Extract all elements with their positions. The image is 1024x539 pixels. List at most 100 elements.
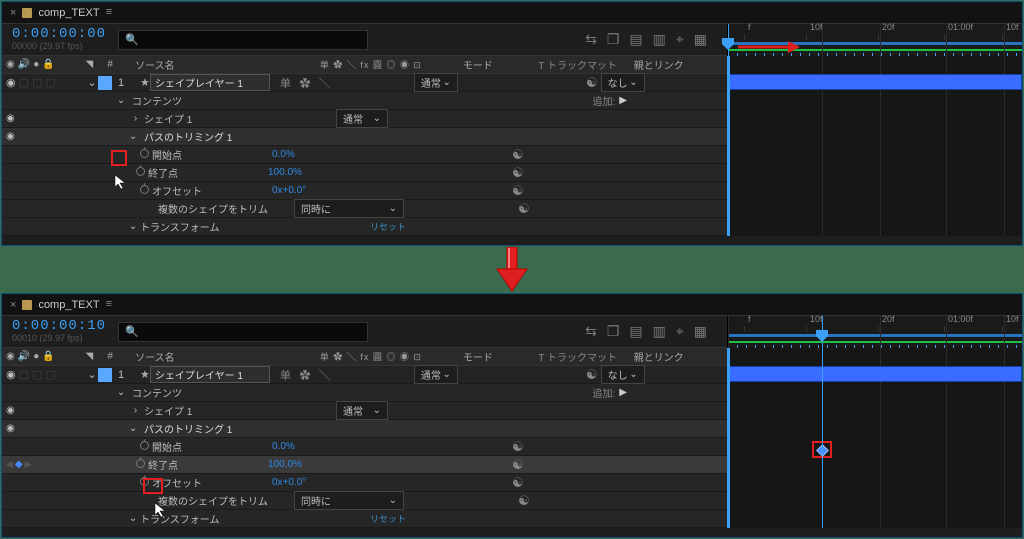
- expression-spiral-icon[interactable]: ☯: [586, 75, 598, 90]
- close-tab-icon[interactable]: ×: [10, 299, 16, 311]
- parent-select[interactable]: なし ⌄: [601, 365, 645, 384]
- offset-value[interactable]: 0x+0.0°: [272, 477, 512, 488]
- lock-column-icon[interactable]: 🔒: [42, 59, 54, 70]
- shape-mode-select[interactable]: 通常 ⌄: [336, 109, 388, 128]
- lock-icon[interactable]: ▢: [45, 76, 55, 89]
- twirl-trimpath-icon[interactable]: ⌄: [129, 423, 137, 434]
- expression-spiral-icon[interactable]: ☯: [512, 457, 524, 472]
- panel-menu-icon[interactable]: ≡: [106, 299, 113, 311]
- shy-column-icon[interactable]: ◥: [85, 59, 93, 70]
- lock-column-icon[interactable]: 🔒: [42, 351, 54, 362]
- eye-icon[interactable]: ◉: [6, 113, 15, 124]
- time-ruler[interactable]: f10f20f01:00f10f: [728, 316, 1022, 348]
- keyframe-diamond-icon[interactable]: ◆: [15, 459, 23, 470]
- contents-row[interactable]: ⌄ コンテンツ 追加: ▶: [2, 92, 727, 110]
- stopwatch-icon[interactable]: [136, 167, 145, 176]
- eye-icon[interactable]: ◉: [6, 131, 15, 142]
- layer-switches[interactable]: 单 ✿ ╲: [270, 75, 410, 91]
- eye-icon[interactable]: ◉: [6, 76, 16, 89]
- start-label: 開始点: [152, 147, 272, 162]
- expression-spiral-icon[interactable]: ☯: [512, 147, 524, 162]
- search-input[interactable]: 🔍: [118, 30, 368, 50]
- add-button-icon[interactable]: ▶: [619, 387, 627, 398]
- video-column-icon[interactable]: ◉: [6, 59, 15, 70]
- next-keyframe-icon[interactable]: ▶: [25, 459, 32, 470]
- comp-tab-label[interactable]: comp_TEXT: [38, 299, 99, 311]
- start-value[interactable]: 0.0%: [272, 149, 512, 160]
- stopwatch-icon[interactable]: [140, 185, 149, 194]
- reset-link[interactable]: リセット: [370, 220, 406, 233]
- offset-value[interactable]: 0x+0.0°: [272, 185, 512, 196]
- shape-row[interactable]: ◉ › シェイプ 1 通常 ⌄: [2, 402, 727, 420]
- stopwatch-icon[interactable]: [140, 477, 149, 486]
- comp-tab-label[interactable]: comp_TEXT: [38, 7, 99, 19]
- eye-icon[interactable]: ◉: [6, 368, 16, 381]
- audio-column-icon[interactable]: 🔊: [18, 59, 30, 70]
- reset-link[interactable]: リセット: [370, 512, 406, 525]
- lock-icon[interactable]: ▢: [45, 368, 55, 381]
- audio-icon[interactable]: ▢: [19, 368, 29, 381]
- solo-column-icon[interactable]: ●: [33, 59, 39, 70]
- solo-column-icon[interactable]: ●: [33, 351, 39, 362]
- contents-row[interactable]: ⌄ コンテンツ 追加: ▶: [2, 384, 727, 402]
- trimmulti-select[interactable]: 同時に ⌄: [294, 199, 404, 218]
- expression-spiral-icon[interactable]: ☯: [518, 201, 530, 216]
- expression-spiral-icon[interactable]: ☯: [586, 367, 598, 382]
- stopwatch-icon[interactable]: [136, 459, 145, 468]
- audio-column-icon[interactable]: 🔊: [18, 351, 30, 362]
- layer-bar[interactable]: [728, 366, 1022, 382]
- layer-row[interactable]: ◉ ▢ ▢ ▢ ⌄ 1 ★ シェイプレイヤー 1 单 ✿ ╲ 通常 ⌄ ☯ なし…: [2, 74, 727, 92]
- close-tab-icon[interactable]: ×: [10, 7, 16, 19]
- current-timecode[interactable]: 0:00:00:10: [12, 319, 106, 334]
- layer-name[interactable]: シェイプレイヤー 1: [150, 366, 270, 383]
- expression-spiral-icon[interactable]: ☯: [512, 165, 524, 180]
- eye-icon[interactable]: ◉: [6, 405, 15, 416]
- trimmulti-select[interactable]: 同時に ⌄: [294, 491, 404, 510]
- twirl-layer-icon[interactable]: ⌄: [86, 368, 98, 381]
- stopwatch-icon[interactable]: [140, 441, 149, 450]
- add-button-icon[interactable]: ▶: [619, 95, 627, 106]
- playhead[interactable]: [822, 316, 823, 528]
- expression-spiral-icon[interactable]: ☯: [512, 439, 524, 454]
- end-value[interactable]: 100.0%: [268, 459, 512, 470]
- work-area-start[interactable]: [727, 348, 730, 528]
- timeline-area[interactable]: f10f20f01:00f10f: [727, 316, 1022, 528]
- start-value[interactable]: 0.0%: [272, 441, 512, 452]
- playhead[interactable]: [728, 24, 729, 236]
- audio-icon[interactable]: ▢: [19, 76, 29, 89]
- expression-spiral-icon[interactable]: ☯: [512, 183, 524, 198]
- layer-switches[interactable]: 单 ✿ ╲: [270, 367, 410, 383]
- shape-row[interactable]: ◉ › シェイプ 1 通常 ⌄: [2, 110, 727, 128]
- search-input[interactable]: 🔍: [118, 322, 368, 342]
- end-value[interactable]: 100.0%: [268, 167, 512, 178]
- panel-menu-icon[interactable]: ≡: [106, 7, 113, 19]
- label-color[interactable]: [98, 76, 112, 90]
- expression-spiral-icon[interactable]: ☯: [512, 475, 524, 490]
- solo-icon[interactable]: ▢: [32, 76, 42, 89]
- expression-spiral-icon[interactable]: ☯: [518, 493, 530, 508]
- shy-column-icon[interactable]: ◥: [85, 351, 93, 362]
- prev-keyframe-icon[interactable]: ◀: [6, 459, 13, 470]
- source-name-column[interactable]: ソース名: [131, 57, 320, 72]
- parent-select[interactable]: なし ⌄: [601, 73, 645, 92]
- stopwatch-icon[interactable]: [140, 149, 149, 158]
- layer-row[interactable]: ◉ ▢ ▢ ▢ ⌄ 1 ★ シェイプレイヤー 1 单 ✿ ╲ 通常 ⌄ ☯ なし…: [2, 366, 727, 384]
- transform-row[interactable]: ⌄ トランスフォーム リセット: [2, 510, 727, 528]
- solo-icon[interactable]: ▢: [32, 368, 42, 381]
- trimpath-row[interactable]: ◉ ⌄ パスのトリミング 1: [2, 420, 727, 438]
- eye-icon[interactable]: ◉: [6, 423, 15, 434]
- shape-mode-select[interactable]: 通常 ⌄: [336, 401, 388, 420]
- twirl-trimpath-icon[interactable]: ⌄: [129, 131, 137, 142]
- transform-row[interactable]: ⌄ トランスフォーム リセット: [2, 218, 727, 236]
- video-column-icon[interactable]: ◉: [6, 351, 15, 362]
- timeline-area[interactable]: f10f20f01:00f10f: [727, 24, 1022, 236]
- blend-mode-select[interactable]: 通常 ⌄: [414, 365, 458, 384]
- label-color[interactable]: [98, 368, 112, 382]
- trimpath-row[interactable]: ◉ ⌄ パスのトリミング 1: [2, 128, 727, 146]
- source-name-column[interactable]: ソース名: [131, 349, 320, 364]
- twirl-layer-icon[interactable]: ⌄: [86, 76, 98, 89]
- layer-bar[interactable]: [728, 74, 1022, 90]
- layer-name[interactable]: シェイプレイヤー 1: [150, 74, 270, 91]
- blend-mode-select[interactable]: 通常 ⌄: [414, 73, 458, 92]
- current-timecode[interactable]: 0:00:00:00: [12, 27, 106, 42]
